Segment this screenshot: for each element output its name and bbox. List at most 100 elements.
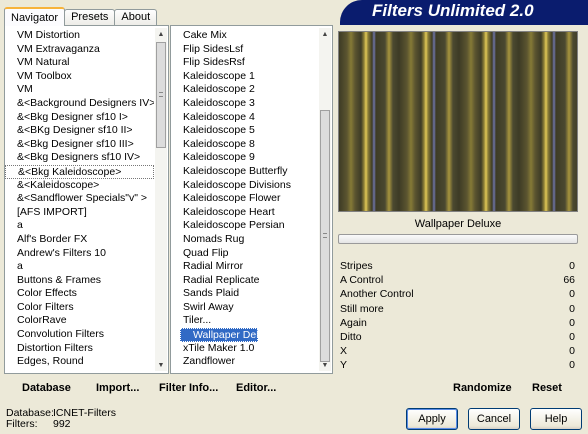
list-item[interactable]: &<BKg Designer sf10 II>	[5, 124, 154, 138]
list-item[interactable]: Cake Mix	[171, 29, 318, 43]
list-item[interactable]: Nomads Rug	[171, 233, 318, 247]
category-list: VM Distortion VM Extravaganza VM Natural VM…	[5, 29, 154, 373]
list-item[interactable]: Kaleidoscope 2	[171, 83, 318, 97]
filter-scrollbar[interactable]: ▲ ▼	[319, 28, 331, 371]
list-item[interactable]: Sands Plaid	[171, 287, 318, 301]
list-item[interactable]: VM Toolbox	[5, 70, 154, 84]
list-item[interactable]: Kaleidoscope Persian	[171, 219, 318, 233]
parameter-row[interactable]: Y0	[338, 358, 578, 372]
list-item[interactable]: VM	[5, 83, 154, 97]
list-item[interactable]: Swirl Away	[171, 301, 318, 315]
list-item[interactable]: Buttons & Frames	[5, 274, 154, 288]
filter-list: Cake Mix Flip SidesLsf Flip SidesRsf Kaleid…	[171, 29, 318, 373]
parameter-value: 0	[569, 302, 575, 315]
list-item[interactable]: Kaleidoscope Butterfly	[171, 165, 318, 179]
banner-divider	[340, 22, 588, 25]
scroll-down-arrow-icon[interactable]: ▼	[155, 361, 167, 371]
list-item[interactable]: &<Bkg Designer sf10 III>	[5, 138, 154, 152]
list-item[interactable]: Color Filters	[5, 301, 154, 315]
selected-filter-name: Wallpaper Deluxe	[414, 218, 502, 230]
list-item[interactable]: &<Bkg Kaleidoscope>	[5, 164, 154, 179]
parameter-name: A Control	[340, 274, 384, 287]
parameter-row[interactable]: Ditto 0	[338, 330, 578, 344]
category-scrollbar[interactable]: ▲ ▼	[155, 28, 167, 371]
list-item[interactable]: a	[5, 260, 154, 274]
list-item[interactable]: VM Extravaganza	[5, 43, 154, 57]
list-item[interactable]: &<Kaleidoscope>	[5, 179, 154, 193]
filters-count-label: Filters:	[6, 418, 38, 430]
list-item[interactable]: Kaleidoscope 5	[171, 124, 318, 138]
parameter-name: Again	[340, 316, 367, 329]
tab-navigator[interactable]: Navigator	[4, 7, 66, 26]
list-item[interactable]: Radial Replicate	[171, 274, 318, 288]
list-item[interactable]: Zandflower	[171, 355, 318, 369]
randomize-button[interactable]: Randomize	[453, 378, 512, 398]
scroll-down-arrow-icon[interactable]: ▼	[319, 361, 331, 371]
parameter-name: Stripes	[340, 260, 373, 272]
list-item[interactable]: Radial Mirror	[171, 260, 318, 274]
list-item[interactable]: Andrew's Filters 10	[5, 247, 154, 261]
help-button[interactable]: Help	[530, 408, 582, 430]
preview-progress-bar	[338, 234, 578, 244]
scroll-up-arrow-icon[interactable]: ▲	[319, 30, 331, 40]
parameter-row[interactable]: Again 0	[338, 316, 578, 330]
list-item[interactable]: &<Bkg Designers sf10 IV>	[5, 151, 154, 165]
list-item[interactable]: Color Effects	[5, 287, 154, 301]
list-item[interactable]: ColorRave	[5, 314, 154, 328]
parameter-name: Still more	[340, 302, 384, 315]
scroll-up-arrow-icon[interactable]: ▲	[155, 30, 167, 40]
database-button[interactable]: Database	[22, 378, 71, 398]
import-button[interactable]: Import...	[96, 378, 139, 398]
list-item[interactable]: Kaleidoscope 3	[171, 97, 318, 111]
parameter-row[interactable]: Still more 0	[338, 302, 578, 316]
editor-button[interactable]: Editor...	[236, 378, 276, 398]
list-item[interactable]: Kaleidoscope 8	[171, 138, 318, 152]
cancel-button[interactable]: Cancel	[468, 408, 520, 430]
list-item[interactable]: VM Natural	[5, 56, 154, 70]
list-item[interactable]: Distortion Filters	[5, 342, 154, 356]
list-item[interactable]: Kaleidoscope Divisions	[171, 179, 318, 193]
parameter-row[interactable]: Stripes 0	[338, 259, 578, 273]
list-item[interactable]: Kaleidoscope Flower	[171, 192, 318, 206]
parameter-value: 0	[569, 316, 575, 329]
parameter-row[interactable]: Another Control 0	[338, 287, 578, 301]
reset-button[interactable]: Reset	[532, 378, 562, 398]
filter-scroll-thumb[interactable]	[320, 110, 330, 362]
list-item[interactable]: Kaleidoscope Heart	[171, 206, 318, 220]
list-item[interactable]: Kaleidoscope 1	[171, 70, 318, 84]
filter-preview-image	[338, 31, 578, 212]
list-item[interactable]: &<Sandflower Specials"v" >	[5, 192, 154, 206]
tab-about[interactable]: About	[114, 9, 158, 26]
list-item[interactable]: xTile Maker 1.0	[171, 342, 318, 356]
parameter-name: Ditto	[340, 330, 362, 343]
filter-parameters: Stripes 0 A Control 66 Another Control 0 Still…	[338, 259, 578, 373]
tab-presets[interactable]: Presets	[64, 9, 116, 26]
status-area: Database: ICNET-Filters Filters: 992	[6, 408, 116, 430]
list-item[interactable]: &<Background Designers IV>	[5, 97, 154, 111]
parameter-row[interactable]: X0	[338, 344, 578, 358]
list-item[interactable]: Flip SidesRsf	[171, 56, 318, 70]
parameter-value: 66	[563, 274, 575, 287]
list-item[interactable]: Quad Flip	[171, 247, 318, 261]
list-item[interactable]: Kaleidoscope 9	[171, 151, 318, 165]
list-item[interactable]: &<Bkg Designer sf10 I>	[5, 111, 154, 125]
list-item[interactable]: Tiler...	[171, 314, 318, 328]
apply-button[interactable]: Apply	[406, 408, 458, 430]
list-item[interactable]: VM Distortion	[5, 29, 154, 43]
list-item[interactable]: [AFS IMPORT]	[5, 206, 154, 220]
list-item[interactable]: Wallpaper Deluxe	[180, 328, 275, 342]
list-item[interactable]: Kaleidoscope 4	[171, 111, 318, 125]
parameter-name: Another Control	[340, 288, 414, 301]
filter-list-panel: Cake Mix Flip SidesLsf Flip SidesRsf Kaleid…	[170, 25, 333, 374]
parameter-name: X	[340, 345, 348, 358]
list-item[interactable]: Convolution Filters	[5, 328, 154, 342]
category-scroll-thumb[interactable]	[156, 42, 166, 148]
list-item[interactable]: Alf's Border FX	[5, 233, 154, 247]
list-item[interactable]: Edges, Round	[5, 355, 154, 369]
parameter-value: 0	[569, 330, 575, 343]
list-item[interactable]: a	[5, 219, 154, 233]
parameter-row[interactable]: A Control 66	[338, 273, 578, 287]
filter-info-button[interactable]: Filter Info...	[159, 378, 218, 398]
parameter-value: 0	[569, 260, 575, 272]
list-item[interactable]: Flip SidesLsf	[171, 43, 318, 57]
